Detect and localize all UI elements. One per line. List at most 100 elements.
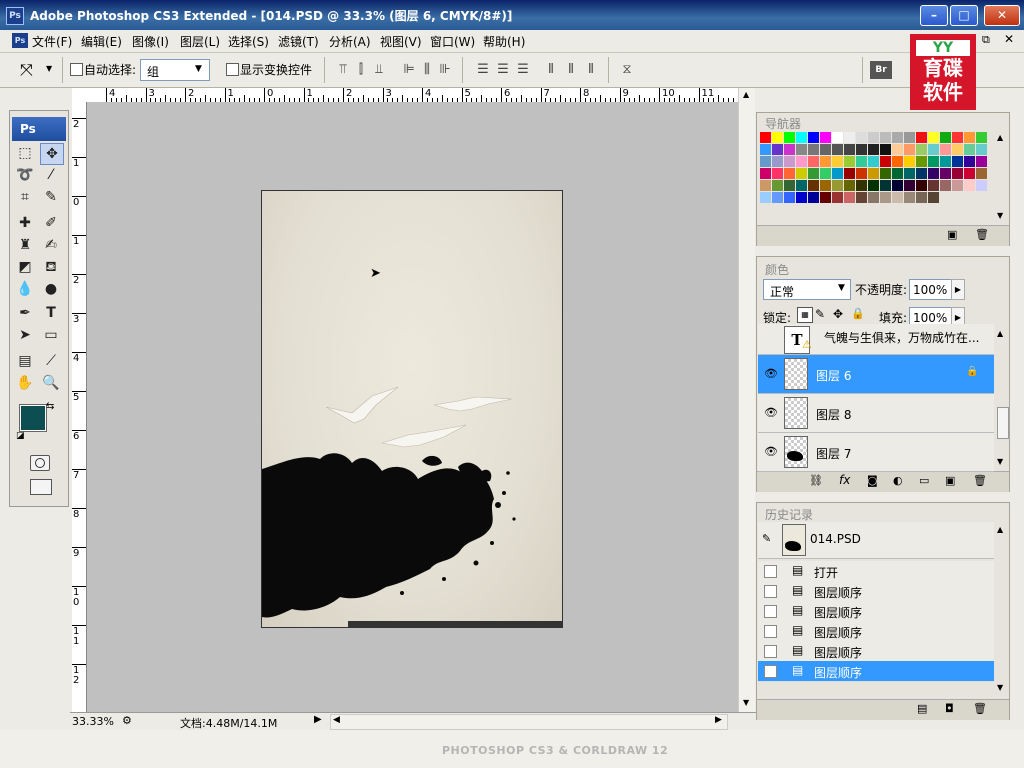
- color-swatch[interactable]: [880, 144, 891, 155]
- color-swatch[interactable]: [856, 192, 867, 203]
- move-tool-icon[interactable]: ✥: [40, 143, 64, 165]
- color-swatch[interactable]: [760, 132, 771, 143]
- color-swatch[interactable]: [760, 168, 771, 179]
- color-swatch[interactable]: [868, 132, 879, 143]
- color-swatch[interactable]: [976, 168, 987, 179]
- pen-tool-icon[interactable]: ✒: [14, 303, 36, 323]
- history-brush-checkbox[interactable]: [764, 625, 777, 638]
- layer-row-7[interactable]: 👁 图层 7: [758, 433, 994, 472]
- swatch-grid[interactable]: [760, 132, 988, 220]
- lasso-tool-icon[interactable]: ➰: [14, 165, 36, 185]
- align-hcenter-icon[interactable]: ⫼: [418, 62, 436, 78]
- menu-edit[interactable]: 编辑(E): [81, 33, 122, 50]
- color-swatch[interactable]: [904, 144, 915, 155]
- eye-icon[interactable]: 👁: [762, 406, 780, 420]
- color-swatch[interactable]: [772, 192, 783, 203]
- color-swatch[interactable]: [868, 144, 879, 155]
- link-layers-icon[interactable]: ⛓: [809, 474, 823, 487]
- scroll-left-icon[interactable]: ◀: [333, 715, 340, 725]
- color-swatch[interactable]: [856, 132, 867, 143]
- eyedropper-tool-icon[interactable]: ⟋: [40, 351, 62, 371]
- history-item[interactable]: ▤ 图层顺序: [758, 661, 994, 682]
- color-swatch[interactable]: [904, 168, 915, 179]
- color-swatch[interactable]: [892, 192, 903, 203]
- new-document-from-state-icon[interactable]: ▤: [917, 702, 927, 715]
- lock-transparency-icon[interactable]: ▦: [797, 307, 813, 323]
- screen-mode-icon[interactable]: [30, 479, 52, 495]
- layer-row-8[interactable]: 👁 图层 8: [758, 394, 994, 433]
- quick-mask-icon[interactable]: [30, 455, 50, 471]
- marquee-tool-icon[interactable]: ⬚: [14, 143, 36, 163]
- document-icon[interactable]: Ps: [12, 33, 28, 48]
- crop-tool-icon[interactable]: ⌗: [14, 187, 36, 207]
- adjustment-layer-icon[interactable]: ◐: [893, 474, 903, 487]
- eraser-tool-icon[interactable]: ◩: [14, 257, 36, 277]
- color-swatch[interactable]: [808, 168, 819, 179]
- color-swatch[interactable]: [976, 132, 987, 143]
- eye-icon[interactable]: 👁: [762, 445, 780, 459]
- color-swatch[interactable]: [868, 180, 879, 191]
- align-top-icon[interactable]: ⫪: [334, 62, 352, 78]
- color-swatch[interactable]: [760, 192, 771, 203]
- color-swatch[interactable]: [952, 144, 963, 155]
- color-swatch[interactable]: [820, 168, 831, 179]
- color-swatch[interactable]: [868, 168, 879, 179]
- color-swatch[interactable]: [808, 132, 819, 143]
- history-brush-checkbox[interactable]: [764, 585, 777, 598]
- color-swatch[interactable]: [844, 132, 855, 143]
- history-tab[interactable]: 历史记录: [765, 506, 813, 523]
- document-canvas[interactable]: [261, 190, 563, 628]
- color-swatch[interactable]: [976, 180, 987, 191]
- blur-tool-icon[interactable]: 💧: [14, 279, 36, 299]
- history-brush-tool-icon[interactable]: ✍: [40, 235, 62, 255]
- eye-icon[interactable]: 👁: [762, 367, 780, 381]
- color-swatch[interactable]: [820, 132, 831, 143]
- auto-align-icon[interactable]: ⧖: [618, 62, 636, 78]
- color-swatch[interactable]: [928, 144, 939, 155]
- history-item[interactable]: ▤ 图层顺序: [758, 621, 994, 642]
- history-brush-checkbox[interactable]: [764, 665, 777, 678]
- color-swatch[interactable]: [760, 156, 771, 167]
- color-swatch[interactable]: [796, 168, 807, 179]
- color-swatch[interactable]: [820, 192, 831, 203]
- color-swatch[interactable]: [928, 132, 939, 143]
- color-swatch[interactable]: [784, 144, 795, 155]
- history-brush-checkbox[interactable]: [764, 645, 777, 658]
- color-swatch[interactable]: [868, 192, 879, 203]
- zoom-level[interactable]: 33.33%: [72, 715, 114, 728]
- color-swatch[interactable]: [844, 180, 855, 191]
- history-item[interactable]: ▤ 图层顺序: [758, 581, 994, 602]
- move-tool-icon[interactable]: ⤧: [20, 60, 33, 80]
- panel-scroll-down-icon[interactable]: ▼: [997, 211, 1003, 220]
- color-swatch[interactable]: [772, 144, 783, 155]
- type-tool-icon[interactable]: T: [40, 303, 62, 323]
- color-swatch[interactable]: [880, 168, 891, 179]
- new-group-icon[interactable]: ▭: [919, 474, 929, 487]
- blend-mode-dropdown[interactable]: 正常 ▼: [763, 279, 851, 300]
- layers-scroll-thumb[interactable]: [997, 407, 1009, 439]
- menu-file[interactable]: 文件(F): [32, 33, 72, 50]
- history-brush-source-icon[interactable]: ✎: [762, 532, 771, 545]
- color-swatch[interactable]: [796, 132, 807, 143]
- color-swatch[interactable]: [964, 180, 975, 191]
- layers-tab[interactable]: 颜色: [765, 261, 789, 278]
- color-swatch[interactable]: [964, 168, 975, 179]
- color-swatch[interactable]: [952, 156, 963, 167]
- app-icon[interactable]: Ps: [6, 7, 24, 25]
- color-swatch[interactable]: [832, 144, 843, 155]
- layer-row-6[interactable]: 👁 图层 6 🔒: [758, 355, 994, 394]
- color-swatch[interactable]: [760, 144, 771, 155]
- horizontal-scrollbar[interactable]: ◀ ▶: [330, 714, 728, 730]
- dodge-tool-icon[interactable]: ●: [40, 279, 62, 299]
- auto-select-dropdown[interactable]: 组 ▼: [140, 59, 210, 81]
- color-swatch[interactable]: [844, 144, 855, 155]
- swap-colors-icon[interactable]: ⇆: [46, 401, 54, 412]
- layer-style-icon[interactable]: fx: [839, 473, 850, 487]
- color-swatch[interactable]: [964, 144, 975, 155]
- scroll-down-icon[interactable]: ▼: [743, 698, 749, 707]
- color-swatch[interactable]: [952, 168, 963, 179]
- close-button[interactable]: ✕: [984, 5, 1020, 26]
- color-swatch[interactable]: [784, 168, 795, 179]
- color-swatch[interactable]: [856, 168, 867, 179]
- color-swatch[interactable]: [844, 168, 855, 179]
